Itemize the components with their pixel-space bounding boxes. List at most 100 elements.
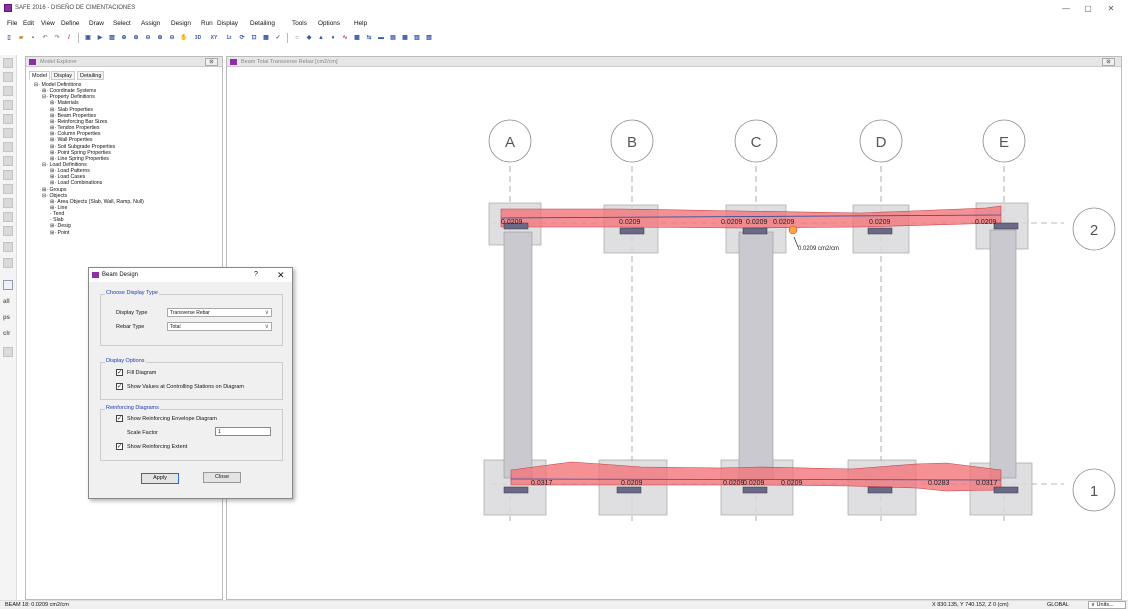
- draw-wall-icon[interactable]: [3, 184, 13, 194]
- scale-factor-input[interactable]: 1: [215, 427, 271, 436]
- minimize-button[interactable]: —: [1058, 3, 1074, 14]
- tree-node[interactable]: ⊞· Area Objects (Slab, Wall, Ramp, Null): [50, 199, 144, 205]
- show-loads-icon[interactable]: ▲: [316, 33, 326, 43]
- units-select[interactable]: ∨ Units...: [1088, 601, 1126, 609]
- tree-node[interactable]: ⊞· Groups: [42, 187, 67, 193]
- zoom-all-icon[interactable]: ⊕: [155, 33, 165, 43]
- draw-column-icon[interactable]: [3, 170, 13, 180]
- tree-node[interactable]: ⊟· Model Definitions: [34, 82, 81, 88]
- tree-node[interactable]: ⊞· Soil Subgrade Properties: [50, 144, 115, 150]
- menu-design[interactable]: Design: [171, 20, 191, 27]
- menu-tools[interactable]: Tools: [292, 20, 307, 27]
- menu-define[interactable]: Define: [61, 20, 79, 27]
- view-rotate-icon[interactable]: ⟳: [237, 33, 247, 43]
- tree-node[interactable]: ⊟· Property Definitions: [42, 94, 95, 100]
- zoom-previous-icon[interactable]: ⊖: [167, 33, 177, 43]
- tree-node[interactable]: ⊞· Beam Properties: [50, 113, 96, 119]
- open-folder-icon[interactable]: ▰: [16, 33, 26, 43]
- menu-select[interactable]: Select: [113, 20, 131, 27]
- menu-detailing[interactable]: Detailing: [250, 20, 275, 27]
- tree-node[interactable]: ⊞· Line: [50, 205, 67, 211]
- show-deformed-icon[interactable]: ◆: [304, 33, 314, 43]
- tree-node[interactable]: ⊞· Load Patterns: [50, 168, 90, 174]
- tree-node[interactable]: ⊟· Objects: [42, 193, 67, 199]
- beam-design-diagram[interactable]: 0.0209 0.0209 0.0209 0.0209 0.0209 0.0209 0.02…: [227, 57, 1121, 599]
- tree-node[interactable]: ⊞· Point: [50, 230, 69, 236]
- show-drawings-icon[interactable]: ▧: [424, 33, 434, 43]
- tree-node[interactable]: ⊞· Reinforcing Bar Sizes: [50, 119, 107, 125]
- draw-footing-icon[interactable]: [3, 242, 13, 252]
- menu-help[interactable]: Help: [354, 20, 367, 27]
- select-pointer-icon[interactable]: [3, 58, 13, 68]
- tree-node[interactable]: · Tend: [50, 211, 64, 217]
- tree-node[interactable]: ⊞· Load Combinations: [50, 180, 102, 186]
- pan-icon[interactable]: ✋: [179, 33, 189, 43]
- tab-model[interactable]: Model: [29, 71, 50, 80]
- view-xy-icon[interactable]: XY: [207, 33, 221, 43]
- new-file-icon[interactable]: ▯: [4, 33, 14, 43]
- rebar-type-select[interactable]: Total ∨: [167, 322, 272, 331]
- tree-node[interactable]: ⊞· Load Cases: [50, 174, 85, 180]
- draw-point-icon[interactable]: [3, 86, 13, 96]
- view-3d-icon[interactable]: 3D: [191, 33, 205, 43]
- tree-node[interactable]: ⊞· Column Properties: [50, 131, 100, 137]
- close-window-button[interactable]: ✕: [1103, 3, 1119, 14]
- tab-detailing[interactable]: Detailing: [77, 71, 105, 80]
- reshape-icon[interactable]: [3, 72, 13, 82]
- draw-tendon-icon[interactable]: [3, 198, 13, 208]
- draw-beam-icon[interactable]: [3, 142, 13, 152]
- display-type-select[interactable]: Transverse Rebar ∨: [167, 308, 272, 317]
- show-undeformed-icon[interactable]: ○: [292, 33, 302, 43]
- select-all-button[interactable]: all: [3, 299, 10, 305]
- show-contours-icon[interactable]: ▩: [352, 33, 362, 43]
- tree-node[interactable]: ⊞· Coordinate Systems: [42, 88, 96, 94]
- show-values-checkbox[interactable]: ✓: [116, 383, 123, 390]
- menu-view[interactable]: View: [41, 20, 55, 27]
- show-tables-icon[interactable]: ▦: [400, 33, 410, 43]
- show-beam-design-icon[interactable]: ▬: [376, 33, 386, 43]
- snap-options-icon[interactable]: [3, 347, 13, 357]
- draw-slab-icon[interactable]: [3, 100, 13, 110]
- check-icon[interactable]: ✓: [273, 33, 283, 43]
- draw-reference-icon[interactable]: [3, 280, 13, 290]
- run-analysis-icon[interactable]: ▶: [95, 33, 105, 43]
- tree-node[interactable]: ⊞· Materials: [50, 100, 79, 106]
- lock-model-icon[interactable]: ▣: [83, 33, 93, 43]
- refresh-view-icon[interactable]: ▨: [107, 33, 117, 43]
- show-slab-design-icon[interactable]: ⇆: [364, 33, 374, 43]
- save-icon[interactable]: ▪: [28, 33, 38, 43]
- restore-button[interactable]: ▢: [1080, 3, 1096, 14]
- zoom-in-icon[interactable]: ⊕: [131, 33, 141, 43]
- clear-selection-button[interactable]: clr: [3, 331, 10, 337]
- tree-node[interactable]: ⊞· Line Spring Properties: [50, 156, 109, 162]
- show-forces-icon[interactable]: ∿: [340, 33, 350, 43]
- draw-rect-slab-icon[interactable]: [3, 114, 13, 124]
- tree-node[interactable]: · Slab: [50, 217, 64, 223]
- draw-quick-slab-icon[interactable]: [3, 128, 13, 138]
- draw-spring-icon[interactable]: [3, 258, 13, 268]
- view-options-icon[interactable]: ▦: [261, 33, 271, 43]
- tree-node[interactable]: ⊟· Load Definitions: [42, 162, 87, 168]
- dialog-close-icon[interactable]: ✕: [277, 270, 285, 281]
- menu-display[interactable]: Display: [217, 20, 238, 27]
- tab-display[interactable]: Display: [51, 71, 76, 80]
- apply-button[interactable]: Apply: [141, 473, 179, 484]
- zoom-window-icon[interactable]: ⊕: [119, 33, 129, 43]
- close-button[interactable]: Close: [203, 472, 241, 483]
- show-report-icon[interactable]: ▥: [412, 33, 422, 43]
- menu-options[interactable]: Options: [318, 20, 340, 27]
- show-reactions-icon[interactable]: ♦: [328, 33, 338, 43]
- menu-edit[interactable]: Edit: [23, 20, 34, 27]
- draw-strip-icon[interactable]: [3, 212, 13, 222]
- menu-run[interactable]: Run: [201, 20, 213, 27]
- zoom-out-icon[interactable]: ⊖: [143, 33, 153, 43]
- fill-diagram-checkbox[interactable]: ✓: [116, 369, 123, 376]
- redo-icon[interactable]: ↷: [52, 33, 62, 43]
- dialog-help-button[interactable]: ?: [254, 271, 258, 278]
- model-explorer-close-button[interactable]: ⊠: [205, 58, 218, 66]
- menu-assign[interactable]: Assign: [141, 20, 160, 27]
- show-envelope-checkbox[interactable]: ✓: [116, 415, 123, 422]
- tree-node[interactable]: ⊞· Tendon Properties: [50, 125, 100, 131]
- view-perspective-icon[interactable]: ⊡: [249, 33, 259, 43]
- tree-node[interactable]: ⊞· Slab Properties: [50, 107, 93, 113]
